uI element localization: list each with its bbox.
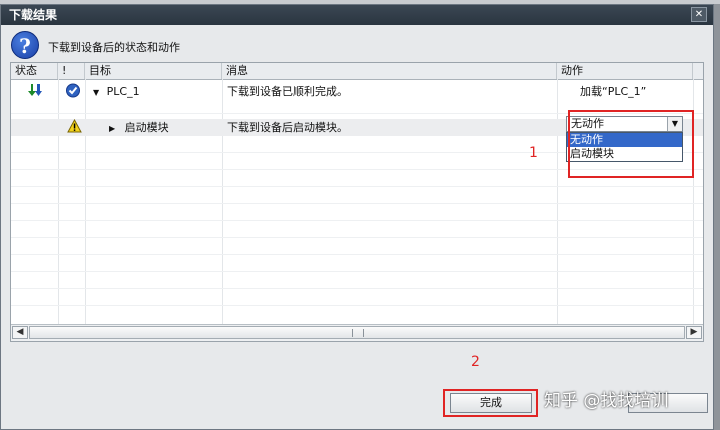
annotation-box-1 xyxy=(568,110,694,178)
target-plc1: PLC_1 xyxy=(106,85,140,98)
col-target[interactable]: 目标 xyxy=(85,63,222,79)
grid-line xyxy=(11,271,703,272)
expand-arrow-icon[interactable]: ▼ xyxy=(93,88,99,97)
grid-header: 状态 ! 目标 消息 动作 xyxy=(11,63,703,80)
grip-icon xyxy=(352,329,364,337)
col-status[interactable]: 状态 xyxy=(11,63,58,79)
dialog-titlebar: 下载结果 ✕ xyxy=(1,5,713,25)
col-message[interactable]: 消息 xyxy=(222,63,557,79)
col-action[interactable]: 动作 xyxy=(557,63,693,79)
close-icon[interactable]: ✕ xyxy=(691,7,707,22)
dialog-title: 下载结果 xyxy=(9,8,58,22)
grid-line xyxy=(11,203,703,204)
download-status-icon xyxy=(23,83,53,100)
table-row[interactable]: ▼ PLC_1 下载到设备已顺利完成。 加载“PLC_1” xyxy=(11,83,703,100)
message-plc1: 下载到设备已顺利完成。 xyxy=(227,85,348,98)
action-plc1: 加载“PLC_1” xyxy=(580,85,647,98)
scroll-thumb[interactable] xyxy=(29,326,685,339)
annotation-number-1: 1 xyxy=(529,145,538,161)
warning-icon xyxy=(63,118,85,136)
watermark: 知乎 @找找培训 xyxy=(544,391,669,411)
grid-line xyxy=(11,220,703,221)
scroll-right-icon[interactable]: ▶ xyxy=(686,326,702,339)
results-grid: 状态 ! 目标 消息 动作 ▼ PLC_1 下载到设备已顺利完成。 加载“PLC… xyxy=(10,62,704,342)
expand-arrow-icon[interactable]: ▶ xyxy=(109,124,115,133)
grid-line xyxy=(11,254,703,255)
annotation-number-2: 2 xyxy=(471,354,480,370)
header-text: 下载到设备后的状态和动作 xyxy=(48,41,180,54)
finish-button[interactable]: 完成 xyxy=(450,393,532,413)
grid-line xyxy=(11,237,703,238)
grid-line xyxy=(11,305,703,306)
success-check-icon xyxy=(61,83,85,100)
message-start-module: 下载到设备后启动模块。 xyxy=(227,121,348,134)
col-warning[interactable]: ! xyxy=(58,63,85,79)
target-start-module: 启动模块 xyxy=(124,121,169,134)
question-icon: ? xyxy=(11,31,39,59)
horizontal-scrollbar[interactable]: ◀ ▶ xyxy=(11,324,703,341)
grid-line xyxy=(11,186,703,187)
dialog-header: ? 下载到设备后的状态和动作 xyxy=(11,31,713,61)
grid-line xyxy=(11,288,703,289)
scroll-left-icon[interactable]: ◀ xyxy=(12,326,28,339)
